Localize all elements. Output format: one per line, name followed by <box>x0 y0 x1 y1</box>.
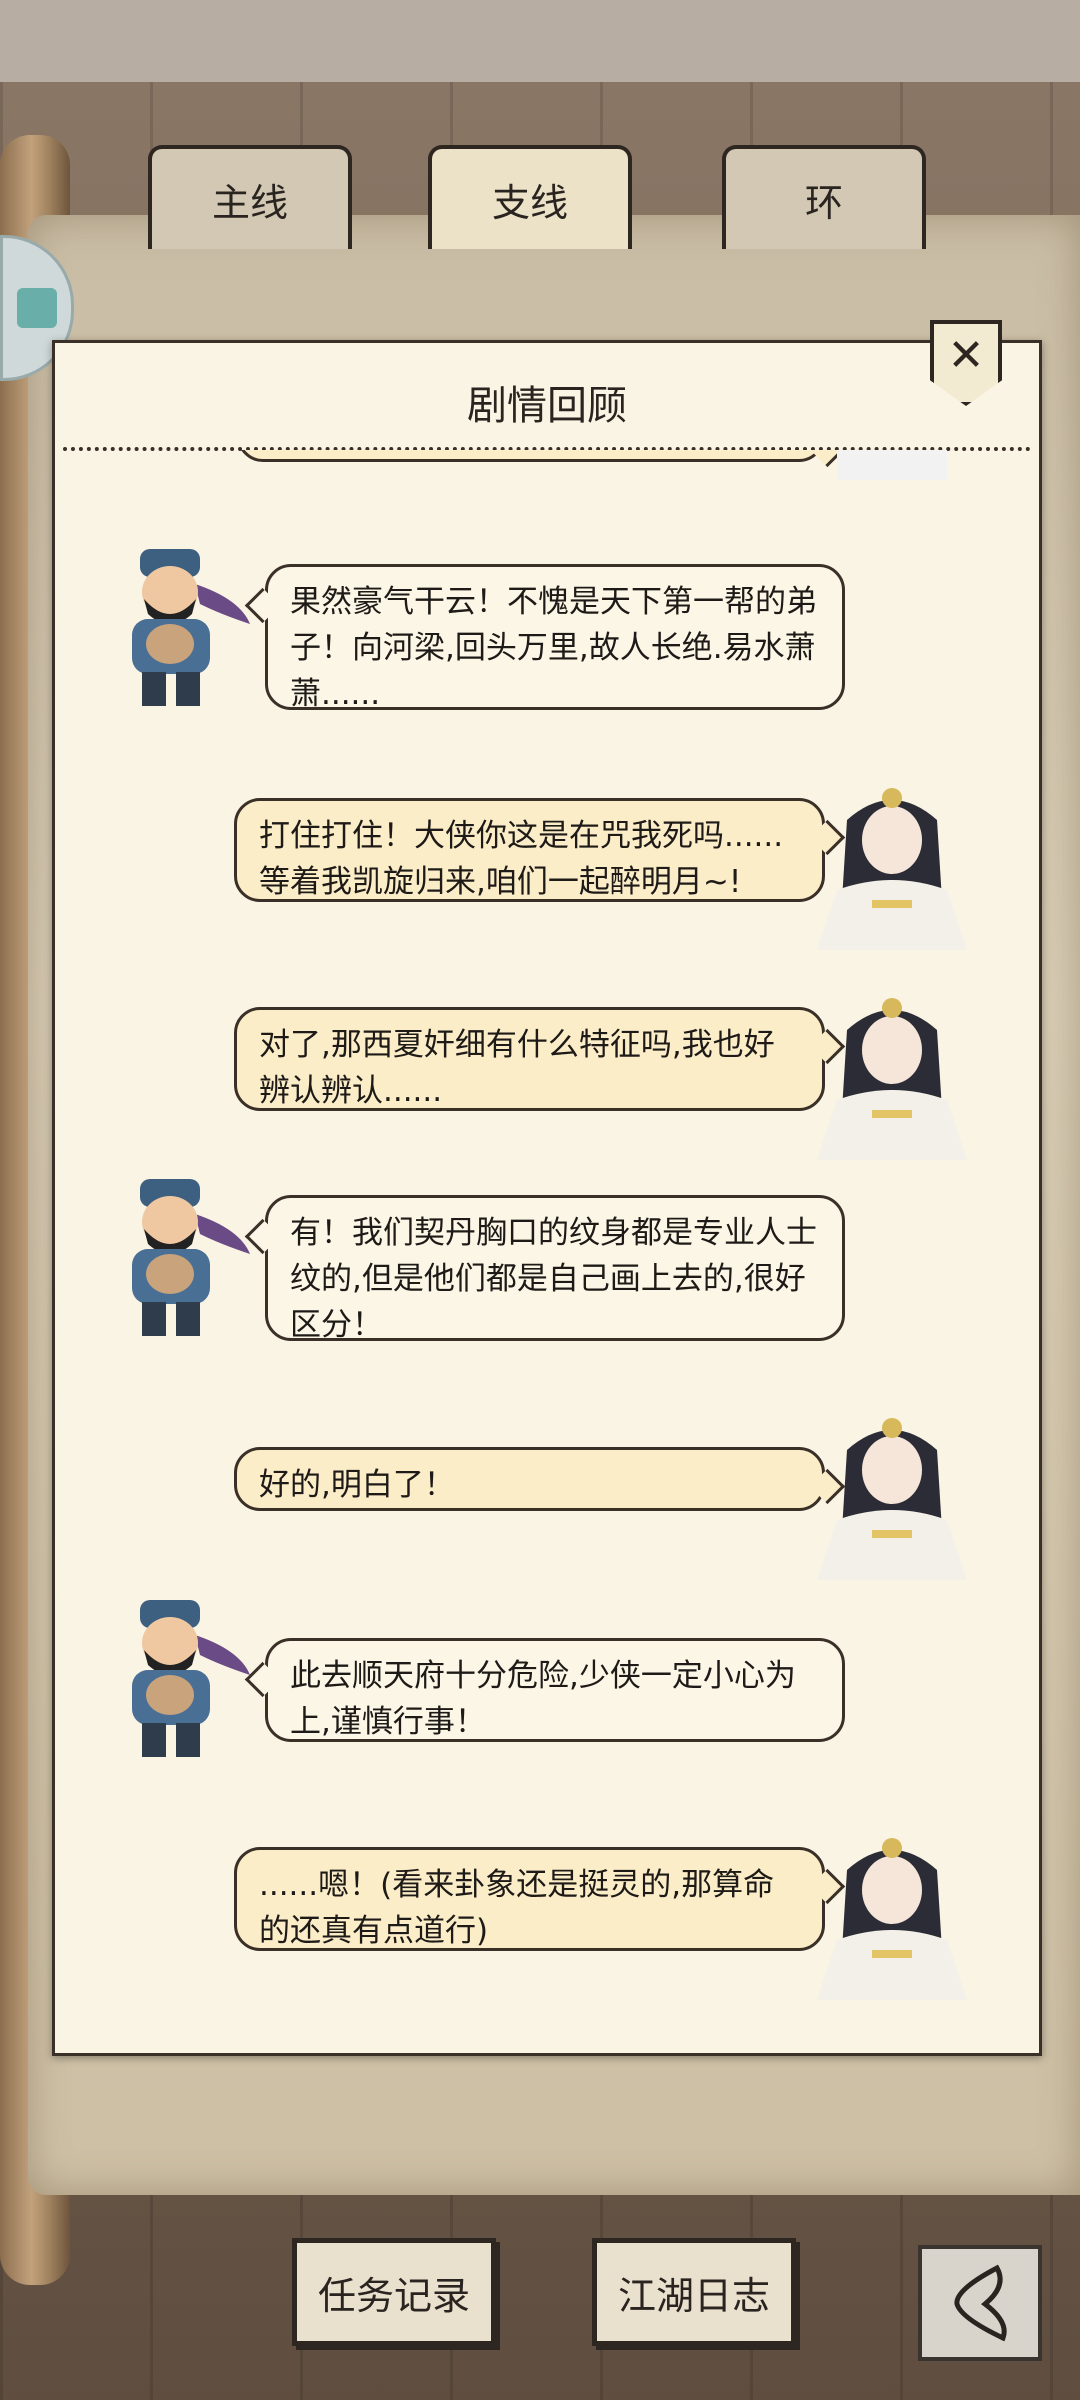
male-npc-avatar <box>132 549 250 706</box>
close-icon: ✕ <box>947 330 985 381</box>
tab-ring-quest[interactable]: 环 <box>722 145 926 249</box>
status-bar <box>0 0 1080 82</box>
dialogue-bubble: 打住打住！大侠你这是在咒我死吗......等着我凯旋归来,咱们一起醉明月~! <box>234 798 825 902</box>
female-player-avatar <box>817 998 967 1160</box>
panel-title: 剧情回顾 <box>467 383 627 429</box>
back-icon <box>954 2264 1007 2342</box>
female-avatar <box>837 450 947 480</box>
partial-bubble <box>237 450 825 462</box>
task-record-button[interactable]: 任务记录 <box>292 2238 496 2346</box>
tab-main-quest[interactable]: 主线 <box>148 145 352 249</box>
back-button[interactable] <box>918 2245 1042 2361</box>
female-player-avatar <box>817 788 967 950</box>
dialogue-bubble: 好的,明白了！ <box>234 1447 825 1511</box>
tab-side-quest[interactable]: 支线 <box>428 145 632 249</box>
female-player-avatar <box>817 1418 967 1580</box>
male-npc-avatar <box>132 1600 250 1757</box>
dialogue-bubble: 有！我们契丹胸口的纹身都是专业人士纹的,但是他们都是自己画上去的,很好区分！ <box>265 1195 845 1343</box>
dialogue-bubble: 果然豪气干云！不愧是天下第一帮的弟子！向河梁,回头万里,故人长绝.易水萧萧...… <box>265 564 845 712</box>
dialogue-list[interactable]: 果然豪气干云！不愧是天下第一帮的弟子！向河梁,回头万里,故人长绝.易水萧萧...… <box>52 450 1036 2045</box>
dialogue-bubble: 对了,那西夏奸细有什么特征吗,我也好辨认辨认...... <box>234 1007 825 1111</box>
dialogue-bubble: ......嗯！(看来卦象还是挺灵的,那算命的还真有点道行) <box>234 1847 825 1951</box>
jianghu-log-button[interactable]: 江湖日志 <box>592 2238 796 2346</box>
female-player-avatar <box>817 1838 967 2000</box>
dialogue-bubble: 此去顺天府十分危险,少侠一定小心为上,谨慎行事！ <box>265 1638 845 1742</box>
male-npc-avatar <box>132 1179 250 1336</box>
